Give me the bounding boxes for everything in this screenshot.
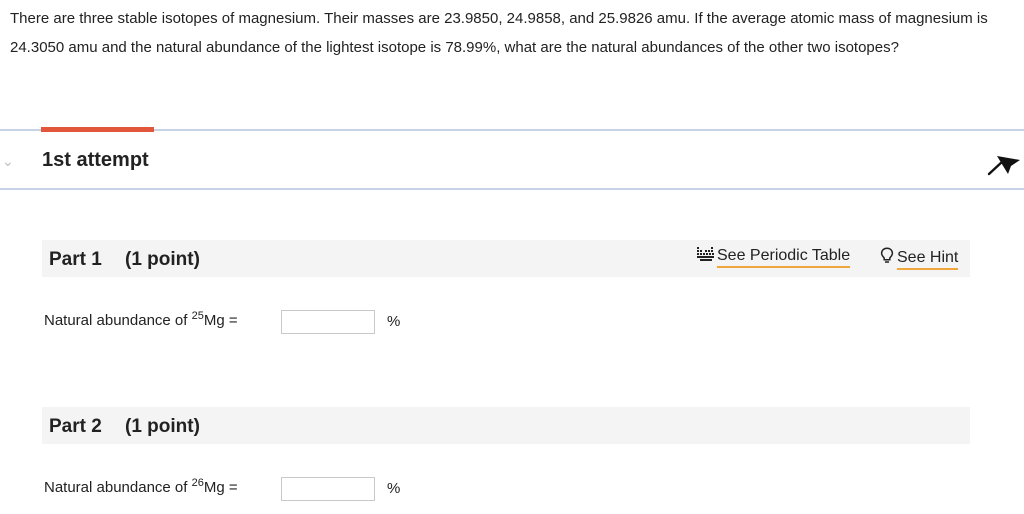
pin-icon[interactable]	[986, 150, 1022, 178]
part-2-answer-label: Natural abundance of 26Mg =	[44, 477, 238, 497]
part-1-mass-number: 25	[191, 310, 204, 322]
part-2-abundance-input[interactable]	[281, 477, 375, 501]
periodic-table-icon	[697, 247, 714, 261]
part-2-header: Part 2 (1 point)	[42, 407, 970, 444]
part-1-unit: %	[387, 313, 401, 330]
chevron-down-icon[interactable]: ⌄	[2, 153, 14, 170]
question-text: There are three stable isotopes of magne…	[10, 10, 988, 56]
part-1-points: (1 point)	[125, 249, 200, 270]
see-hint-label: See Hint	[897, 249, 959, 270]
lightbulb-icon	[880, 247, 894, 263]
attempt-divider-bottom	[0, 188, 1024, 190]
part-2-title: Part 2	[49, 416, 102, 437]
part-1-title: Part 1	[49, 249, 102, 270]
attempt-title: 1st attempt	[42, 149, 149, 171]
attempt-progress-indicator	[41, 127, 154, 132]
part-2-points: (1 point)	[125, 416, 200, 437]
see-periodic-table-link[interactable]: See Periodic Table	[697, 247, 851, 268]
part-1-answer-label: Natural abundance of 25Mg =	[44, 310, 238, 330]
part-2-unit: %	[387, 480, 401, 497]
part-1-abundance-input[interactable]	[281, 310, 375, 334]
part-2-mass-number: 26	[191, 477, 204, 489]
see-periodic-table-label: See Periodic Table	[717, 247, 851, 268]
see-hint-link[interactable]: See Hint	[880, 247, 959, 270]
part-1-header: Part 1 (1 point) See Periodic Table See …	[42, 240, 970, 277]
